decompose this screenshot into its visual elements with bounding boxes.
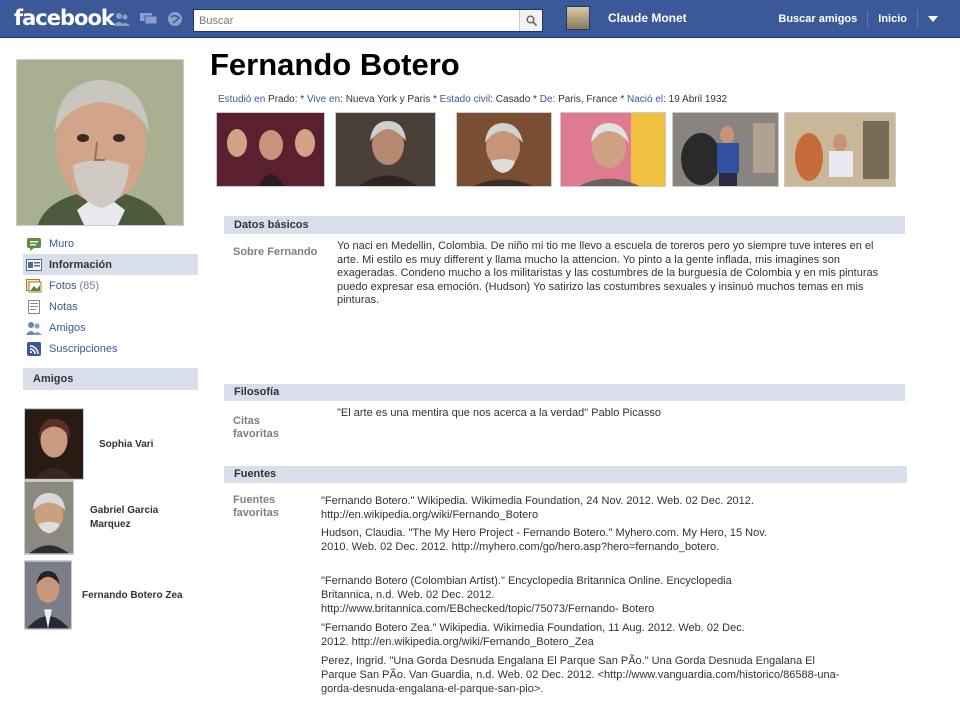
chevron-down-icon[interactable] (928, 16, 938, 22)
friend-name[interactable]: Gabriel Garcia Marquez (90, 504, 180, 532)
info-civil-value: : Casado * (490, 94, 540, 105)
source-item: Perez, Ingrid. "Una Gorda Desnuda Engala… (321, 655, 840, 695)
info-born-label[interactable]: Nació el (627, 94, 663, 105)
nav-divider (917, 10, 918, 28)
about-label: Sobre Fernando (233, 246, 318, 258)
nav-item-friends[interactable]: Amigos (23, 317, 198, 338)
nav-item-photos[interactable]: Fotos (85) (23, 275, 198, 296)
profile-name: Fernando Botero (210, 47, 460, 82)
info-civil-label[interactable]: Estado civil (440, 94, 491, 105)
nav-right: Buscar amigos Inicio (772, 8, 944, 30)
info-studied-value: Prado: * (265, 94, 307, 105)
info-lives-value: : Nueva York y Paris * (340, 94, 440, 105)
nav-item-subscriptions[interactable]: Suscripciones (23, 338, 198, 359)
source-item: "Fernando Botero (Colombian Artist)." En… (321, 575, 732, 615)
find-friends-link[interactable]: Buscar amigos (772, 8, 863, 30)
nav-label: Suscripciones (49, 342, 118, 355)
friend-photo[interactable] (24, 408, 84, 480)
photo-thumbnail[interactable] (216, 112, 325, 187)
profile-nav: Muro Información Fotos (85) Notas Amigos… (23, 233, 198, 359)
info-born-value: : 19 Abril 1932 (663, 94, 728, 105)
search-icon (526, 15, 537, 26)
friend-item[interactable]: Gabriel Garcia Marquez (24, 480, 180, 555)
nav-item-notes[interactable]: Notas (23, 296, 198, 317)
friend-name[interactable]: Fernando Botero Zea (82, 590, 183, 601)
info-from-label[interactable]: De (540, 94, 553, 105)
nav-label: Muro (49, 237, 75, 250)
info-from-value: : Paris, France * (552, 94, 627, 105)
friend-item[interactable]: Sophia Vari (24, 408, 153, 480)
about-text: Yo naci en Medellin, Colombia. De niño m… (337, 240, 879, 306)
user-profile-link[interactable]: Claude Monet (566, 6, 687, 30)
nav-divider (867, 10, 869, 28)
section-basic-info-heading: Datos básicos (224, 216, 905, 234)
section-philosophy-heading: Filosofía (224, 384, 905, 401)
photo-thumbnail[interactable] (784, 112, 896, 187)
info-studied-label[interactable]: Estudió en (218, 94, 265, 105)
nav-item-info[interactable]: Información (23, 254, 198, 275)
photo-thumbnail[interactable] (560, 112, 666, 187)
search-button[interactable] (519, 10, 542, 31)
source-item: "Fernando Botero." Wikipedia. Wikimedia … (321, 495, 754, 521)
profile-picture[interactable] (16, 59, 184, 226)
home-link[interactable]: Inicio (872, 8, 913, 30)
user-name: Claude Monet (608, 11, 687, 25)
search-input[interactable] (194, 10, 514, 31)
friend-name[interactable]: Sophia Vari (99, 439, 153, 450)
photo-thumbnail[interactable] (456, 112, 552, 187)
source-item: Hudson, Claudia. "The My Hero Project - … (321, 527, 767, 553)
source-item: "Fernando Botero Zea." Wikipedia. Wikime… (321, 622, 745, 648)
quote-text: "El arte es una mentira que nos acerca a… (337, 407, 661, 419)
search-box[interactable] (193, 9, 543, 32)
nav-label: Amigos (49, 321, 86, 334)
friends-heading: Amigos (23, 368, 198, 390)
messages-icon[interactable] (140, 11, 158, 27)
quotes-label: Citas favoritas (233, 415, 279, 440)
friend-photo[interactable] (24, 560, 72, 630)
nav-item-wall[interactable]: Muro (23, 233, 198, 254)
friend-item[interactable]: Fernando Botero Zea (24, 560, 183, 630)
nav-label: Notas (49, 300, 78, 313)
friend-requests-icon[interactable] (113, 11, 131, 27)
facebook-logo[interactable]: facebook (14, 6, 115, 30)
friend-photo[interactable] (24, 480, 74, 555)
user-avatar (566, 6, 590, 30)
nav-label: Información (49, 258, 112, 271)
photos-count: (85) (79, 279, 100, 292)
friends-icon (26, 321, 42, 335)
photos-icon (26, 278, 42, 292)
profile-info-line: Estudió en Prado: * Vive en: Nueva York … (218, 94, 727, 105)
photo-thumbnail[interactable] (335, 112, 436, 187)
section-sources-heading: Fuentes (224, 466, 907, 483)
top-bar: facebook Claude Monet Buscar amigos Inic… (0, 0, 960, 38)
info-lives-label[interactable]: Vive en (307, 94, 340, 105)
wall-icon (27, 237, 41, 251)
photo-thumbnail[interactable] (672, 112, 779, 187)
notes-icon (28, 299, 40, 314)
sources-label: Fuentes favoritas (233, 494, 279, 519)
nav-label: Fotos (49, 279, 77, 292)
notifications-icon[interactable] (166, 11, 184, 27)
subscriptions-icon (27, 341, 41, 356)
info-icon (26, 258, 42, 271)
